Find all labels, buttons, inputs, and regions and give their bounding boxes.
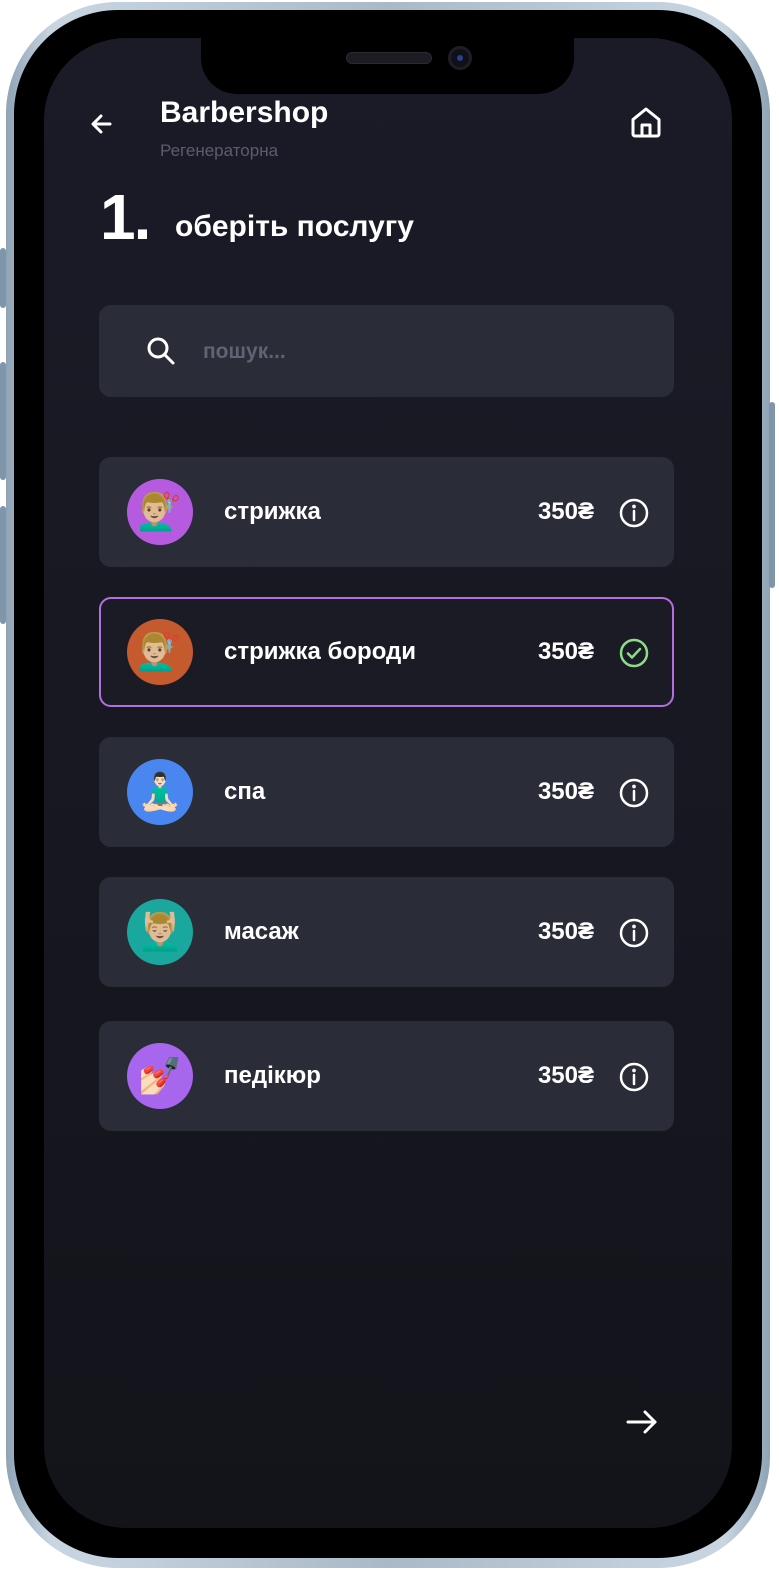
service-name: педікюр [224,1062,321,1089]
info-icon[interactable] [618,1061,650,1093]
check-circle-icon [618,637,650,669]
phone-side-button [0,506,6,624]
info-icon[interactable] [618,497,650,529]
info-icon[interactable] [618,777,650,809]
service-avatar: 💆🏼‍♂️ [127,899,193,965]
home-icon [631,107,661,138]
service-name: спа [224,778,266,805]
service-card[interactable]: 💆🏼‍♂️ масаж 350₴ [99,877,674,987]
front-camera [448,46,472,70]
back-button[interactable] [88,110,116,138]
info-icon[interactable] [618,917,650,949]
service-price: 350₴ [537,918,594,945]
phone-side-button [769,402,775,588]
service-name: стрижка [224,498,321,525]
home-button[interactable] [628,104,664,140]
service-name: масаж [224,918,299,945]
search-icon [147,337,175,365]
notch [201,38,574,94]
speaker [346,52,432,64]
search-input[interactable] [201,305,645,399]
service-card[interactable]: 💇🏼‍♂️ стрижка бороди 350₴ [99,597,674,707]
service-avatar: 💇🏼‍♂️ [127,479,193,545]
step-title: оберіть послугу [175,210,414,243]
phone-side-button [0,362,6,480]
service-avatar: 💇🏼‍♂️ [127,619,193,685]
arrow-left-icon [91,114,112,134]
service-price: 350₴ [537,1062,594,1089]
service-card[interactable]: 💇🏼‍♂️ стрижка 350₴ [99,457,674,567]
service-price: 350₴ [537,778,594,805]
arrow-right-icon [626,1410,657,1434]
next-button[interactable] [624,1404,660,1440]
search-box[interactable] [99,305,674,399]
app-screen: Barbershop Регенераторна 1. оберіть посл… [44,38,732,1528]
service-avatar: 🧘🏻‍♂️ [127,759,193,825]
app-title: Barbershop [160,96,329,129]
app-subtitle: Регенераторна [160,141,279,160]
service-name: стрижка бороди [224,638,417,665]
service-price: 350₴ [537,638,594,665]
service-card[interactable]: 💅🏻 педікюр 350₴ [99,1021,674,1131]
step-number: 1. [100,181,151,253]
phone-side-button [0,248,6,308]
service-price: 350₴ [537,498,594,525]
service-avatar: 💅🏻 [127,1043,193,1109]
service-card[interactable]: 🧘🏻‍♂️ спа 350₴ [99,737,674,847]
